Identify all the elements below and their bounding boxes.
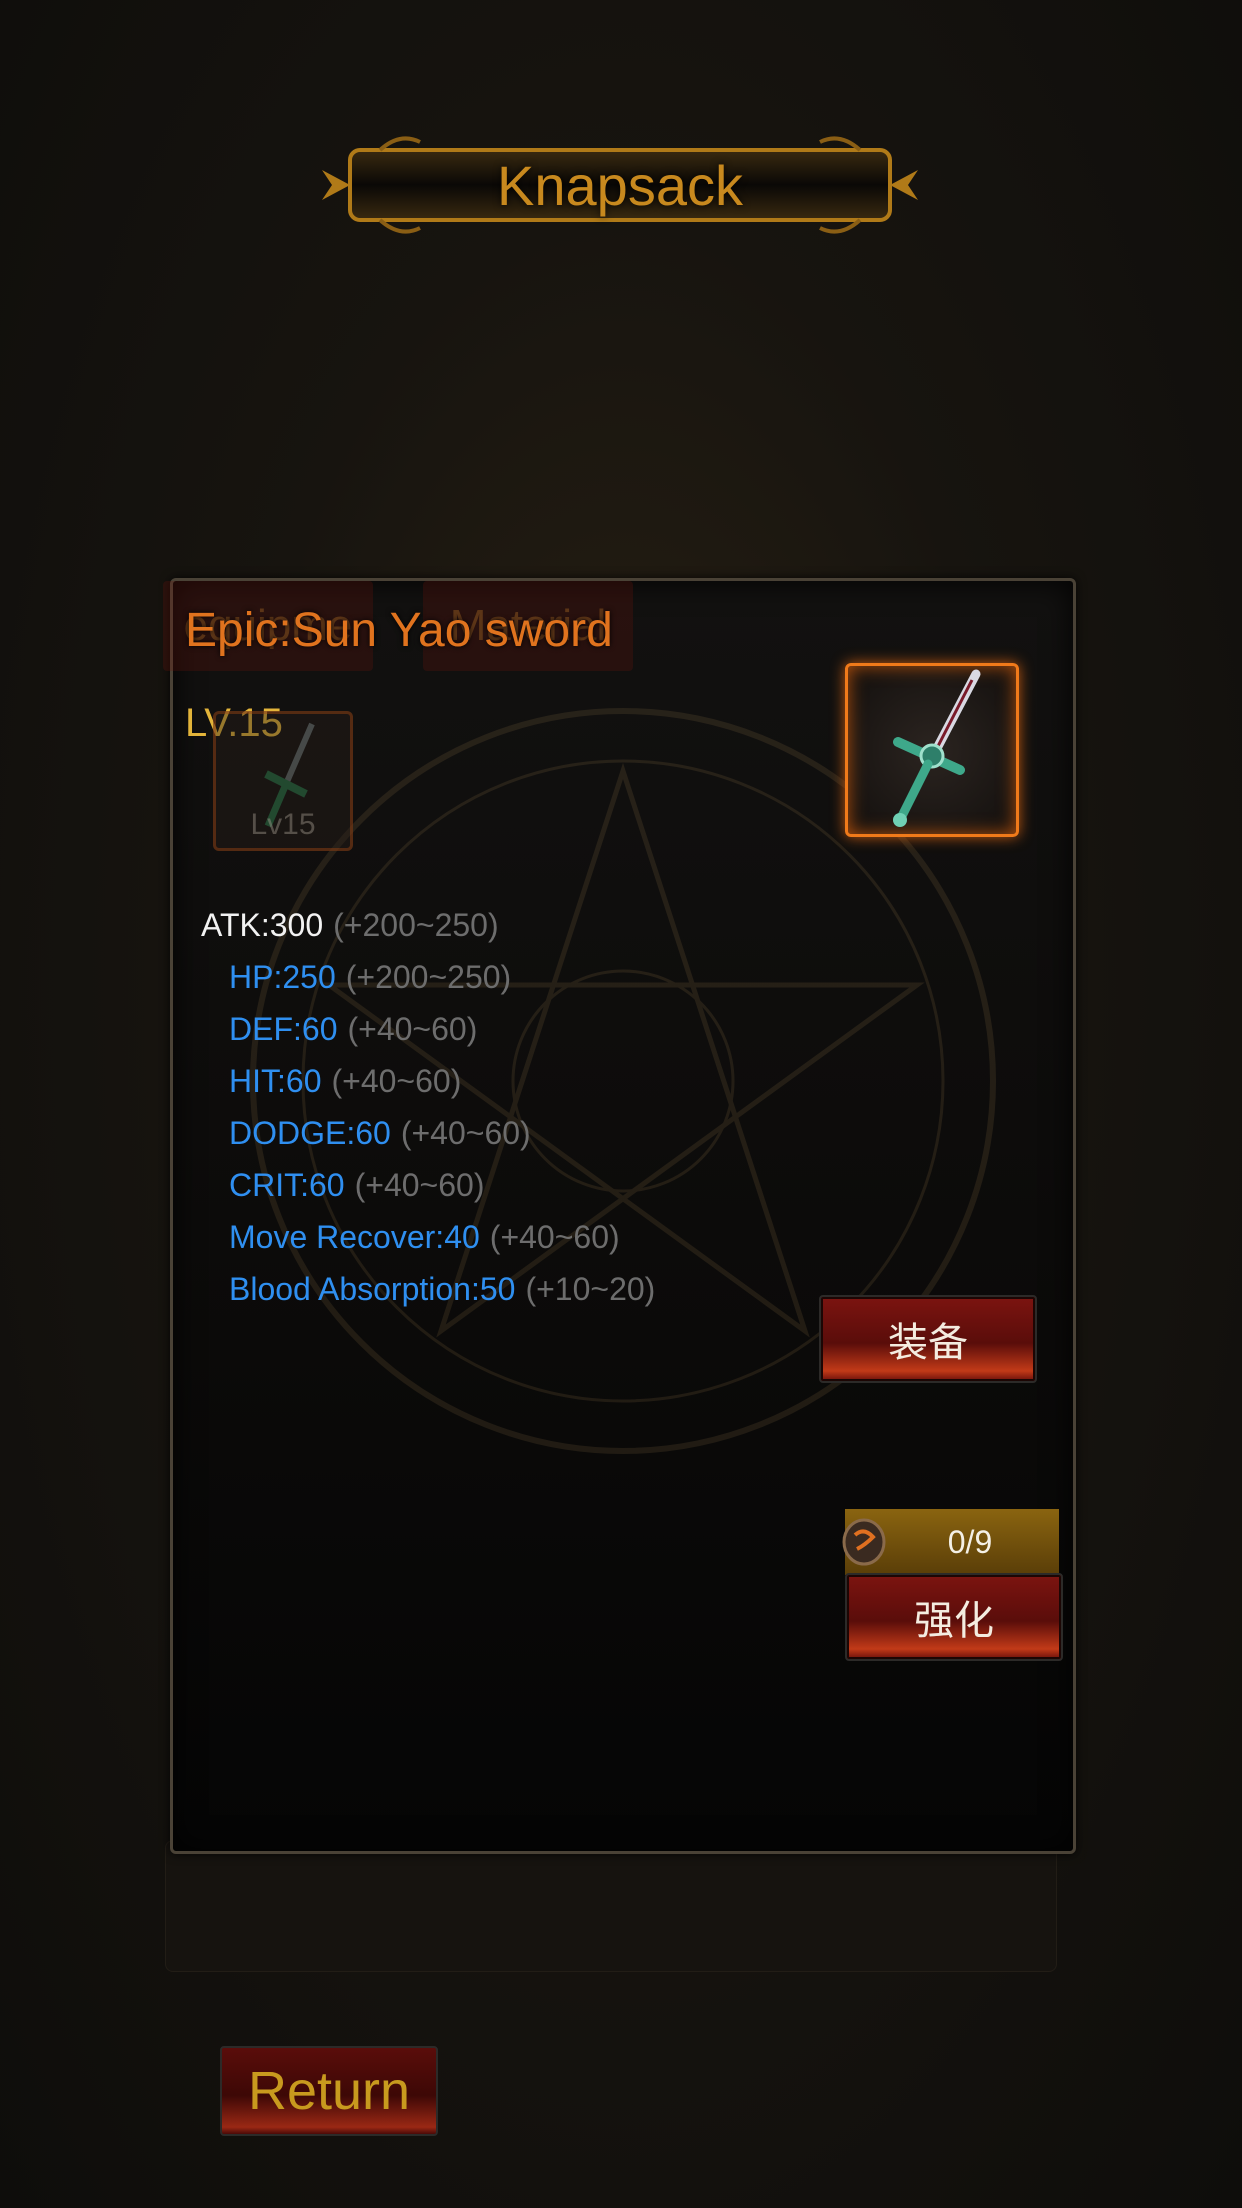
inventory-slot[interactable]: Lv15 [213, 711, 353, 851]
item-detail-panel: equipme Material Epic:Sun Yao sword LV.1… [163, 578, 1076, 1854]
enhance-counter: 0/9 [842, 1509, 1059, 1575]
item-name: Epic:Sun Yao sword [185, 604, 613, 657]
stat-label: ATK:300 [201, 907, 324, 943]
stat-range: (+40~60) [489, 1219, 620, 1255]
stat-label: DODGE:60 [229, 1115, 391, 1151]
stat-label: HP:250 [229, 959, 336, 995]
stat-row-dodge: DODGE:60 (+40~60) [201, 1107, 655, 1159]
stat-label: Move Recover:40 [229, 1219, 480, 1255]
item-icon-frame[interactable] [845, 663, 1019, 837]
stat-row-hit: HIT:60 (+40~60) [201, 1055, 655, 1107]
stat-range: (+10~20) [525, 1271, 656, 1307]
stat-range: (+40~60) [400, 1115, 531, 1151]
stat-range: (+40~60) [354, 1167, 485, 1203]
enhance-button[interactable]: 强化 [845, 1573, 1063, 1661]
stat-row-move-recover: Move Recover:40 (+40~60) [201, 1211, 655, 1263]
stat-label: DEF:60 [229, 1011, 338, 1047]
sword-icon [893, 669, 981, 827]
stats-list: ATK:300 (+200~250) HP:250 (+200~250) DEF:6… [201, 899, 655, 1315]
stat-label: Blood Absorption:50 [229, 1271, 516, 1307]
stat-row-def: DEF:60 (+40~60) [201, 1003, 655, 1055]
slot-level-label: Lv15 [250, 808, 316, 841]
stat-row-blood-absorption: Blood Absorption:50 (+10~20) [201, 1263, 655, 1315]
stat-range: (+200~250) [333, 907, 499, 943]
title-banner: Knapsack [310, 130, 930, 240]
stat-label: CRIT:60 [229, 1167, 345, 1203]
stat-label: HIT:60 [229, 1063, 322, 1099]
lower-backdrop [165, 1840, 1057, 1972]
return-button[interactable]: Return [220, 2046, 438, 2136]
stat-row-hp: HP:250 (+200~250) [201, 951, 655, 1003]
stat-row-atk: ATK:300 (+200~250) [201, 899, 655, 951]
page-title: Knapsack [497, 153, 743, 217]
enhance-count: 0/9 [947, 1523, 993, 1560]
stat-range: (+40~60) [347, 1011, 478, 1047]
equip-button[interactable]: 装备 [819, 1295, 1037, 1383]
stat-row-crit: CRIT:60 (+40~60) [201, 1159, 655, 1211]
stat-range: (+40~60) [331, 1063, 462, 1099]
stat-range: (+200~250) [345, 959, 512, 995]
